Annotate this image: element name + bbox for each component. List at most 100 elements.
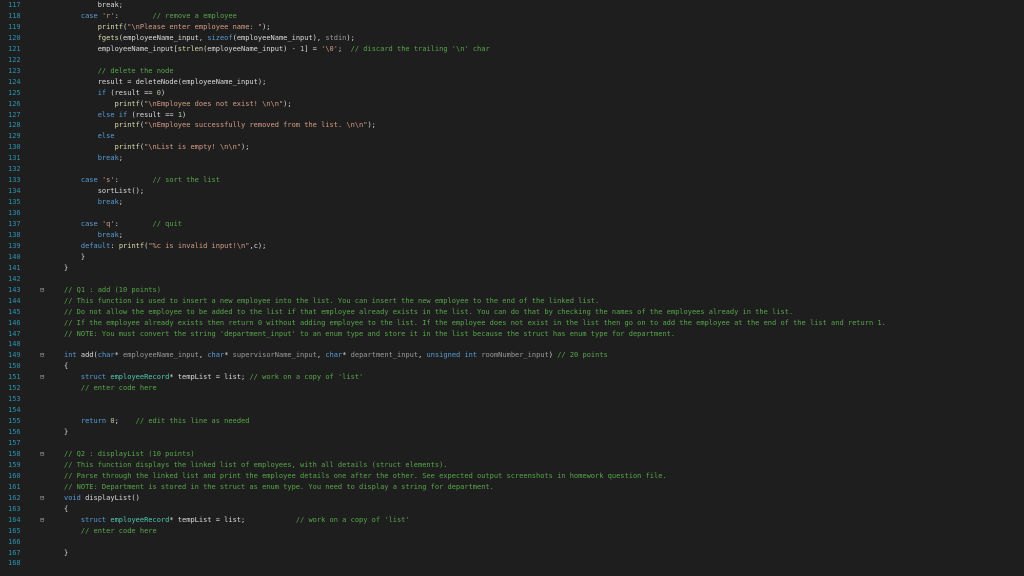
code-line[interactable]: employeeName_input[strlen(employeeName_i… [64, 44, 490, 55]
code-token: displayList() [80, 493, 140, 502]
code-token: '\0' [321, 44, 338, 53]
code-line[interactable]: } [64, 252, 85, 263]
code-token: sizeof [207, 33, 233, 42]
code-line[interactable]: result = deleteNode(employeeName_input); [64, 77, 267, 88]
code-token: char [207, 351, 225, 360]
code-token: // This function is used to insert a new… [64, 296, 600, 305]
collapse-region-icon[interactable]: ⊟ [40, 515, 49, 526]
code-line[interactable]: case 's': // sort the list [64, 175, 220, 186]
code-token: * tempList = list; [169, 515, 296, 524]
line-number: 137 [8, 220, 21, 228]
code-token: struct [80, 515, 107, 524]
code-line[interactable]: void displayList() [64, 493, 140, 504]
code-token: * [224, 351, 233, 360]
collapse-region-icon[interactable]: ⊟ [40, 285, 49, 296]
code-line[interactable]: return 0; // edit this line as needed [64, 416, 250, 427]
code-token: * [342, 351, 351, 360]
code-line[interactable]: default: printf("%c is invalid input!\n"… [64, 241, 266, 252]
line-number: 143 [8, 285, 21, 294]
code-line[interactable]: // NOTE: You must convert the string 'de… [64, 329, 675, 340]
code-line[interactable]: printf("\nPlease enter employee name: ")… [64, 22, 271, 33]
code-token: "\nEmployee successfully removed from th… [144, 121, 368, 130]
line-number: 168 [8, 559, 21, 568]
code-line[interactable]: // Q2 : displayList (10 points) [64, 449, 195, 460]
code-token: printf [118, 241, 145, 250]
code-line[interactable]: struct employeeRecord* tempList = list; … [64, 515, 410, 526]
line-number: 138 [8, 230, 21, 239]
code-line[interactable]: } [64, 427, 68, 438]
code-line[interactable]: { [64, 504, 68, 515]
code-editor[interactable]: 117 118 119 120 121 122 123 124 125 126 127 128 129 1… [0, 0, 1024, 576]
code-line[interactable]: // Q1 : add (10 points) [64, 285, 161, 296]
code-line[interactable]: printf("\nEmployee successfully removed … [64, 120, 376, 131]
code-line[interactable]: case 'q': // quit [64, 219, 182, 230]
code-token: // Q1 : add (10 points) [64, 285, 161, 294]
line-number: 167 [8, 548, 21, 557]
code-line[interactable]: // Parse through the linked list and pri… [64, 471, 667, 482]
code-token: case [80, 176, 98, 185]
line-number: 153 [8, 395, 21, 404]
code-line[interactable]: // enter code here [64, 383, 157, 394]
code-token: employeeRecord [110, 373, 170, 382]
code-token: 'q' [101, 220, 115, 228]
code-line[interactable]: break; [64, 230, 123, 241]
code-token: // delete the node [97, 66, 174, 75]
collapse-region-icon[interactable]: ⊟ [40, 449, 49, 460]
code-token: // If the employee already exists then r… [64, 318, 886, 327]
code-token: 'r' [101, 11, 115, 20]
code-token: (employeeName_input) - [203, 44, 301, 53]
code-line[interactable]: case 'r': // remove a employee [64, 11, 237, 22]
code-token: ; [114, 417, 136, 426]
code-token: } [64, 252, 86, 261]
line-number: 123 [8, 66, 21, 75]
collapse-region-icon[interactable]: ⊟ [40, 350, 49, 361]
code-token: (employeeName_input), [232, 33, 326, 42]
code-line[interactable]: struct employeeRecord* tempList = list; … [64, 372, 363, 383]
code-text-area[interactable]: break; case 'r': // remove a employee pr… [40, 0, 1024, 576]
line-number: 166 [8, 537, 21, 546]
code-line[interactable]: printf("\nList is empty! \n\n"); [64, 142, 250, 153]
code-line[interactable]: { [64, 361, 68, 372]
code-token: unsigned int [426, 351, 478, 360]
code-line[interactable]: } [64, 263, 68, 274]
line-number: 162 [8, 493, 21, 502]
code-line[interactable]: // If the employee already exists then r… [64, 318, 886, 329]
code-line[interactable]: // NOTE: Department is stored in the str… [64, 482, 494, 493]
code-token: * [114, 351, 124, 360]
code-line[interactable]: else if (result == 1) [64, 110, 187, 121]
code-token: employeeName_input[ [64, 44, 178, 53]
code-line[interactable]: else [64, 131, 115, 142]
line-number: 134 [8, 187, 21, 196]
code-line[interactable]: if (result == 0) [64, 88, 165, 99]
code-token: break [97, 230, 119, 239]
collapse-region-icon[interactable]: ⊟ [40, 372, 49, 383]
line-number: 144 [8, 296, 21, 305]
line-number: 120 [8, 33, 21, 42]
code-line[interactable]: // delete the node [64, 66, 174, 77]
line-number: 151 [8, 373, 21, 382]
code-line[interactable]: } [64, 548, 68, 559]
line-number: 127 [8, 110, 21, 119]
code-token: // sort the list [152, 176, 220, 185]
code-line[interactable]: // Do not allow the employee to be added… [64, 307, 793, 318]
code-line[interactable]: // This function displays the linked lis… [64, 460, 448, 471]
line-number: 119 [8, 22, 21, 31]
code-line[interactable]: break; [64, 153, 123, 164]
collapse-region-icon[interactable]: ⊟ [40, 493, 49, 504]
code-token: supervisorName_input [232, 351, 317, 360]
code-line[interactable]: int add(char* employeeName_input, char* … [64, 350, 608, 361]
code-line[interactable]: fgets(employeeName_input, sizeof(employe… [64, 33, 355, 44]
code-line[interactable]: sortList(); [64, 186, 144, 197]
code-token: ; [118, 230, 124, 239]
line-number: 154 [8, 406, 21, 415]
code-token: employeeRecord [110, 515, 170, 524]
code-token: break; [64, 1, 124, 9]
code-line[interactable]: printf("\nEmployee does not exist! \n\n"… [64, 99, 292, 110]
code-line[interactable]: // enter code here [64, 526, 157, 537]
code-line[interactable]: break; [64, 0, 123, 11]
code-line[interactable]: break; [64, 197, 123, 208]
code-token: break [97, 198, 119, 207]
code-token: printf [114, 121, 140, 130]
code-line[interactable]: // This function is used to insert a new… [64, 296, 599, 307]
